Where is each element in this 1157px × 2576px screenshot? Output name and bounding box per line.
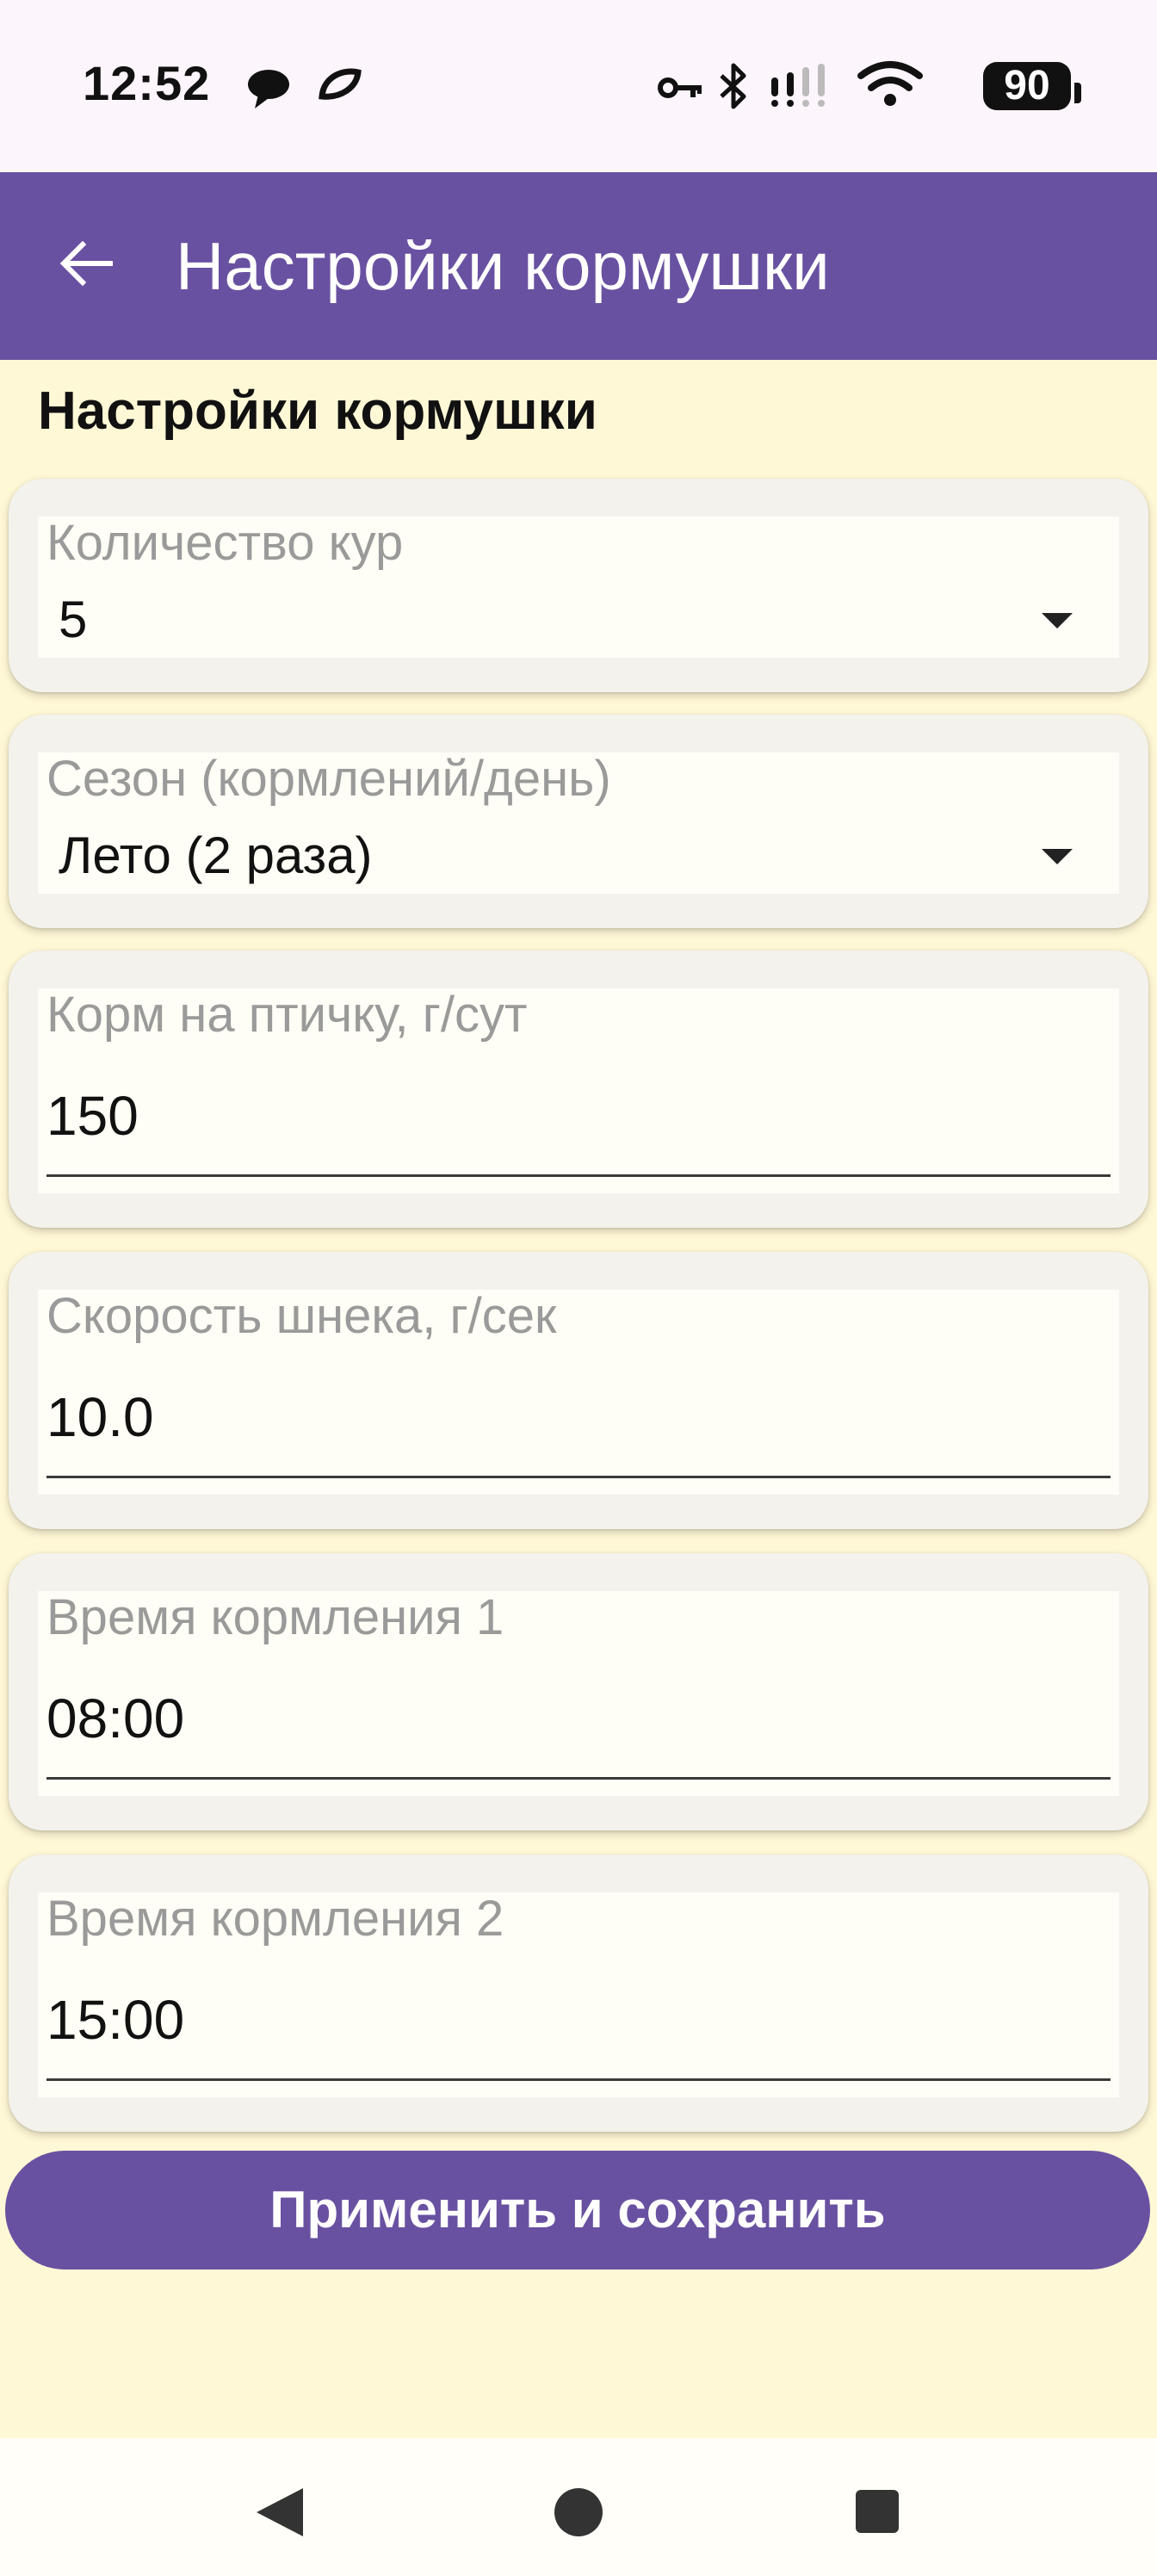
nav-home-icon[interactable] [554,2488,603,2536]
feed-per-bird-value: 150 [46,1085,139,1147]
nav-back-icon[interactable] [257,2488,303,2536]
input-underline [46,2078,1111,2081]
status-icons: 90 [658,55,1081,117]
apply-save-button[interactable]: Применить и сохранить [5,2151,1150,2269]
season-select[interactable]: Сезон (кормлений/день) Лето (2 раза) [38,751,1119,894]
hens-value: 5 [59,591,88,648]
battery-level: 90 [1004,63,1050,108]
chevron-down-icon [1042,849,1073,864]
back-button[interactable] [41,220,131,310]
hens-label: Количество кур [46,515,404,571]
status-bar: 12:52 90 [0,0,1157,172]
feed-time-1-value: 08:00 [46,1687,185,1749]
hens-select[interactable]: Количество кур 5 [38,515,1119,658]
signal-icon [770,64,835,113]
battery-indicator: 90 [983,62,1081,110]
auger-speed-label: Скорость шнека, г/сек [46,1288,557,1344]
feed-time-2-card: Время кормления 2 15:00 [9,1855,1148,2132]
feed-time-2-label: Время кормления 2 [46,1891,504,1947]
feed-time-1-label: Время кормления 1 [46,1589,504,1645]
leaf-icon [319,67,362,106]
input-underline [46,1174,1111,1177]
feed-per-bird-card: Корм на птичку, г/сут 150 [9,951,1148,1228]
feed-per-bird-label: Корм на птичку, г/сут [46,987,528,1043]
chat-bubble-icon [244,67,293,116]
battery-tip [1074,83,1081,103]
app-bar-title: Настройки кормушки [176,228,830,304]
season-card: Сезон (кормлений/день) Лето (2 раза) [9,715,1148,928]
status-time: 12:52 [83,56,211,110]
feed-per-bird-field[interactable]: Корм на птичку, г/сут 150 [38,987,1119,1193]
feed-time-2-field[interactable]: Время кормления 2 15:00 [38,1891,1119,2097]
feed-time-1-field[interactable]: Время кормления 1 08:00 [38,1589,1119,1796]
input-underline [46,1777,1111,1780]
wifi-icon [857,60,923,113]
feed-time-1-card: Время кормления 1 08:00 [9,1553,1148,1830]
page-title: Настройки кормушки [38,381,597,441]
chevron-down-icon [1042,613,1073,629]
season-value: Лето (2 раза) [59,827,373,884]
navigation-bar [0,2438,1157,2576]
feed-time-2-value: 15:00 [46,1989,185,2051]
bluetooth-icon [718,62,749,115]
season-label: Сезон (кормлений/день) [46,751,611,807]
auger-speed-value: 10.0 [46,1386,154,1448]
auger-speed-card: Скорость шнека, г/сек 10.0 [9,1252,1148,1529]
input-underline [46,1476,1111,1478]
app-bar: Настройки кормушки [0,172,1157,360]
arrow-left-icon [59,239,114,292]
auger-speed-field[interactable]: Скорость шнека, г/сек 10.0 [38,1288,1119,1495]
vpn-key-icon [658,72,702,108]
hens-card: Количество кур 5 [9,479,1148,692]
nav-recents-icon[interactable] [856,2490,899,2533]
